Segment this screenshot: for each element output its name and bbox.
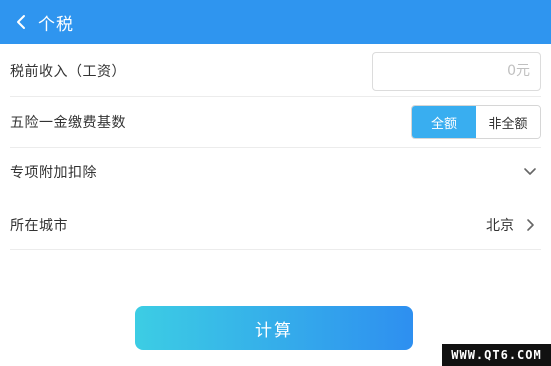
header-bar: 个税 xyxy=(0,0,551,44)
city-row[interactable]: 所在城市 北京 xyxy=(10,200,541,250)
page-title: 个税 xyxy=(38,14,74,35)
income-row: 税前收入（工资） xyxy=(10,46,541,96)
divider xyxy=(10,249,541,250)
special-deduction-row[interactable]: 专项附加扣除 xyxy=(10,148,541,196)
insurance-base-row: 五险一金缴费基数 全额 非全额 xyxy=(10,97,541,147)
income-input-wrapper[interactable] xyxy=(372,51,541,91)
city-selector[interactable]: 北京 xyxy=(486,215,541,235)
back-button[interactable] xyxy=(4,0,38,44)
income-label: 税前收入（工资） xyxy=(10,64,126,80)
city-label: 所在城市 xyxy=(10,218,68,234)
city-value: 北京 xyxy=(486,218,514,234)
option-full-amount[interactable]: 全额 xyxy=(412,106,476,138)
chevron-right-icon xyxy=(527,219,534,231)
insurance-base-label: 五险一金缴费基数 xyxy=(10,115,126,131)
option-partial-amount[interactable]: 非全额 xyxy=(476,106,540,138)
chevron-left-icon xyxy=(17,15,25,29)
special-deduction-label: 专项附加扣除 xyxy=(10,165,97,181)
calculate-button[interactable]: 计算 xyxy=(135,306,413,350)
tax-calculator-screen: 个税 税前收入（工资） 五险一金缴费基数 全额 非全额 专项附加扣除 所在城市 … xyxy=(0,0,551,366)
watermark: WWW.QT6.COM xyxy=(442,344,551,366)
insurance-base-segmented-control: 全额 非全额 xyxy=(411,105,541,139)
income-input[interactable] xyxy=(373,63,530,79)
chevron-down-icon[interactable] xyxy=(523,167,537,177)
